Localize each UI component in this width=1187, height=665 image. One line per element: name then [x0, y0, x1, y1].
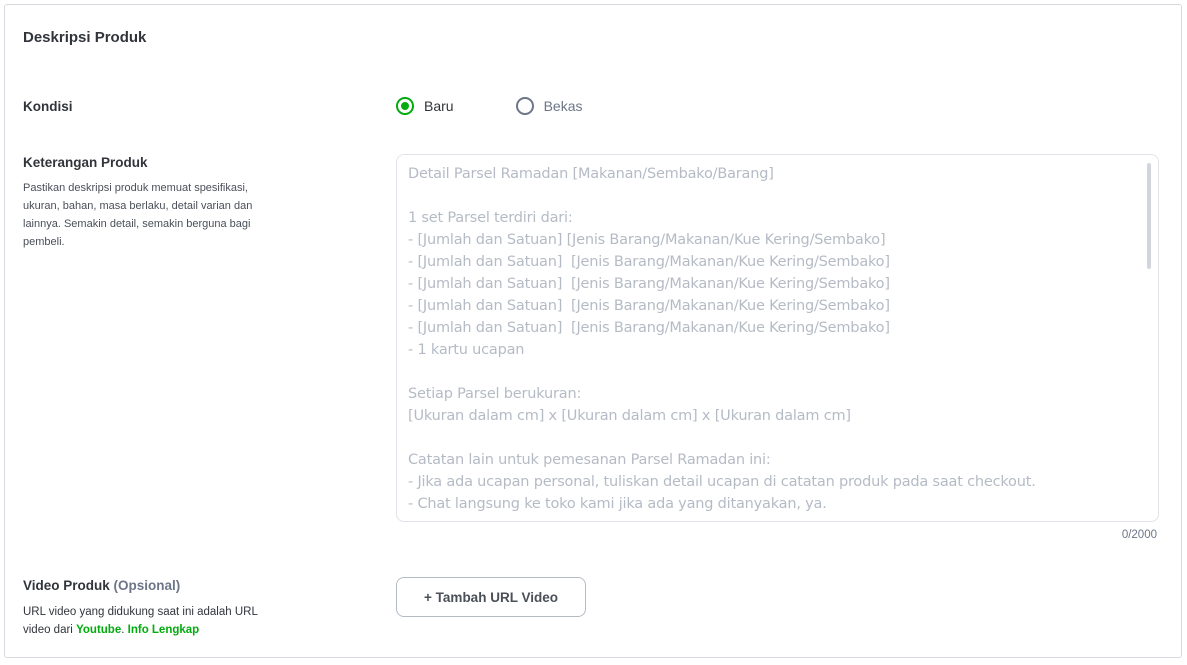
info-lengkap-link[interactable]: Info Lengkap [128, 624, 200, 636]
radio-bekas-label[interactable]: Bekas [544, 98, 583, 114]
product-description-card: Deskripsi Produk Kondisi Baru Bekas Kete… [4, 4, 1182, 658]
radio-unchecked-icon[interactable] [515, 97, 534, 115]
video-label: Video Produk (Opsional) [23, 578, 180, 593]
video-optional-tag: (Opsional) [113, 578, 181, 593]
kondisi-radio-group: Baru Bekas [396, 97, 645, 115]
keterangan-help-text: Pastikan deskripsi produk memuat spesifi… [23, 182, 253, 248]
video-label-text: Video Produk [23, 578, 110, 593]
video-help-text: URL video yang didukung saat ini adalah … [23, 603, 283, 639]
radio-checked-icon[interactable] [396, 97, 414, 115]
video-help-separator: . [121, 624, 125, 636]
textarea-placeholder[interactable]: Detail Parsel Ramadan [Makanan/Sembako/B… [397, 155, 1158, 521]
kondisi-label: Kondisi [23, 99, 73, 114]
product-description-textarea[interactable]: Detail Parsel Ramadan [Makanan/Sembako/B… [396, 154, 1159, 522]
radio-baru-label[interactable]: Baru [424, 98, 454, 114]
keterangan-label: Keterangan Produk [23, 155, 148, 170]
radio-bekas[interactable]: Bekas [515, 97, 583, 115]
add-video-url-button[interactable]: + Tambah URL Video [396, 577, 586, 617]
section-title: Deskripsi Produk [23, 29, 147, 46]
youtube-link[interactable]: Youtube [76, 624, 121, 636]
character-counter: 0/2000 [1121, 529, 1157, 541]
textarea-scrollbar[interactable] [1147, 163, 1151, 269]
radio-baru[interactable]: Baru [396, 97, 454, 115]
